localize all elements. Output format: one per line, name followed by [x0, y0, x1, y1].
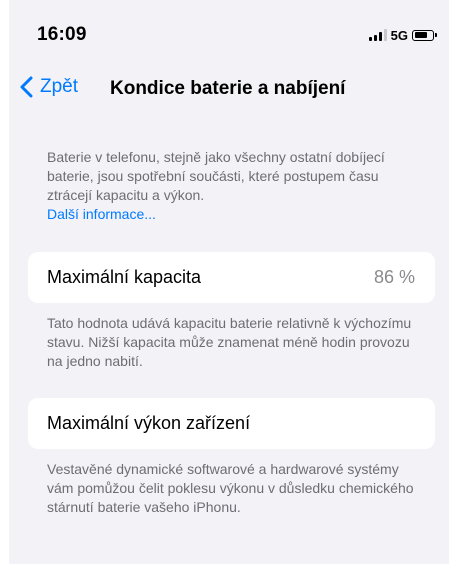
max-capacity-value: 86 %	[373, 267, 415, 287]
status-bar: 16:09 5G	[9, 0, 449, 64]
status-time: 16:09	[37, 24, 87, 45]
intro-text: Baterie v telefonu, stejně jako všechny …	[47, 149, 385, 203]
battery-icon	[412, 29, 434, 41]
battery-level-fill	[414, 32, 428, 38]
navigation-bar: Zpět Kondice baterie a nabíjení	[9, 72, 449, 108]
max-capacity-label: Maximální kapacita	[47, 267, 202, 287]
chevron-left-icon	[20, 76, 33, 98]
max-performance-row: Maximální výkon zařízení	[28, 398, 435, 449]
back-label: Zpět	[40, 76, 79, 97]
max-capacity-footer: Tato hodnota udává kapacitu baterie rela…	[47, 315, 412, 369]
page-title: Kondice baterie a nabíjení	[110, 78, 346, 99]
network-type: 5G	[390, 27, 408, 43]
max-performance-label: Maximální výkon zařízení	[47, 413, 251, 433]
battery-tip	[435, 33, 437, 37]
max-performance-footer: Vestavěné dynamické softwarové a hardwar…	[47, 461, 414, 515]
intro-description: Baterie v telefonu, stejně jako všechny …	[47, 148, 427, 224]
settings-screen: 16:09 5G Zpět Kondice baterie a nabíjení…	[9, 0, 449, 564]
learn-more-link[interactable]: Další informace...	[47, 205, 427, 224]
back-button[interactable]: Zpět	[19, 76, 78, 98]
status-indicators: 5G	[368, 27, 437, 43]
cellular-signal-icon	[368, 29, 387, 41]
max-capacity-row: Maximální kapacita 86 %	[28, 252, 435, 303]
